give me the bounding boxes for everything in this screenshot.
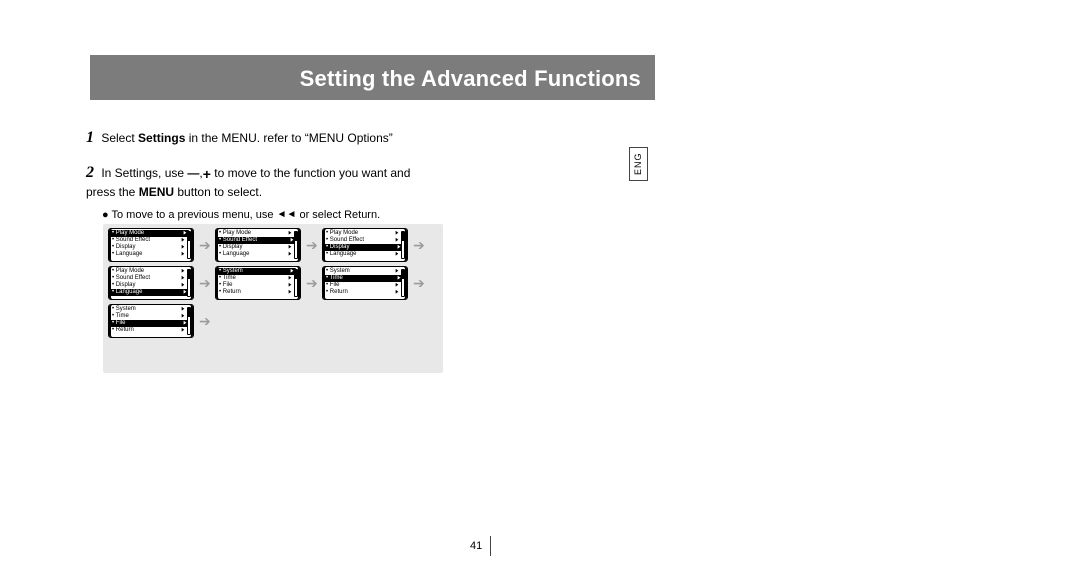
- page-title: Setting the Advanced Functions: [300, 66, 641, 92]
- lcd-screen: • System▶ • Time▶ • File▶ • Return▶: [108, 304, 194, 338]
- step-text: button to select.: [174, 185, 262, 199]
- lcd-screen: • Play Mode▶ • Sound Effect▶ • Display▶ …: [108, 228, 194, 262]
- step-2: 2 In Settings, use —,+ to move to the fu…: [86, 161, 616, 224]
- minus-icon: —: [187, 165, 199, 182]
- lcd-screen: • System▶ • Time▶ • File▶ • Return▶: [322, 266, 408, 300]
- step-number: 2: [86, 164, 94, 181]
- arrow-icon: ➔: [199, 278, 210, 289]
- step-text: in the MENU. refer to “MENU Options”: [185, 131, 392, 145]
- lcd-screen: • System▶ • Time▶ • File▶ • Return▶: [215, 266, 301, 300]
- lcd-screen: • Play Mode▶ • Sound Effect▶ • Display▶ …: [215, 228, 301, 262]
- lcd-screen: • Play Mode▶ • Sound Effect▶ • Display▶ …: [322, 228, 408, 262]
- step-note: ● To move to a previous menu, use ◄◄ or …: [102, 208, 616, 224]
- page-number: 41: [470, 540, 482, 552]
- figure-row: • Play Mode▶ • Sound Effect▶ • Display▶ …: [108, 266, 438, 300]
- step-text: press the: [86, 185, 139, 199]
- arrow-icon: ➔: [306, 278, 317, 289]
- step-text: In Settings, use: [98, 166, 187, 180]
- figure-row: • System▶ • Time▶ • File▶ • Return▶ ➔: [108, 304, 438, 338]
- note-text: or select Return.: [296, 209, 380, 221]
- arrow-icon: ➔: [306, 240, 317, 251]
- arrow-icon: ➔: [199, 316, 210, 327]
- page-rule: [490, 536, 491, 556]
- step-bold: Settings: [138, 131, 185, 145]
- lcd-screen: • Play Mode▶ • Sound Effect▶ • Display▶ …: [108, 266, 194, 300]
- menu-screens-figure: • Play Mode▶ • Sound Effect▶ • Display▶ …: [103, 224, 443, 373]
- step-bold: MENU: [139, 185, 174, 199]
- figure-row: • Play Mode▶ • Sound Effect▶ • Display▶ …: [108, 228, 438, 262]
- header-bar: Setting the Advanced Functions: [90, 55, 655, 100]
- instruction-steps: 1 Select Settings in the MENU. refer to …: [86, 126, 616, 236]
- rewind-icon: ◄◄: [277, 208, 297, 223]
- step-1: 1 Select Settings in the MENU. refer to …: [86, 126, 616, 149]
- step-text: to move to the function you want and: [211, 166, 410, 180]
- plus-icon: +: [203, 164, 211, 184]
- lang-tab: ENG: [629, 147, 648, 181]
- note-text: ● To move to a previous menu, use: [102, 209, 277, 221]
- arrow-icon: ➔: [413, 278, 424, 289]
- arrow-icon: ➔: [413, 240, 424, 251]
- step-text: Select: [98, 131, 138, 145]
- arrow-icon: ➔: [199, 240, 210, 251]
- step-number: 1: [86, 129, 94, 146]
